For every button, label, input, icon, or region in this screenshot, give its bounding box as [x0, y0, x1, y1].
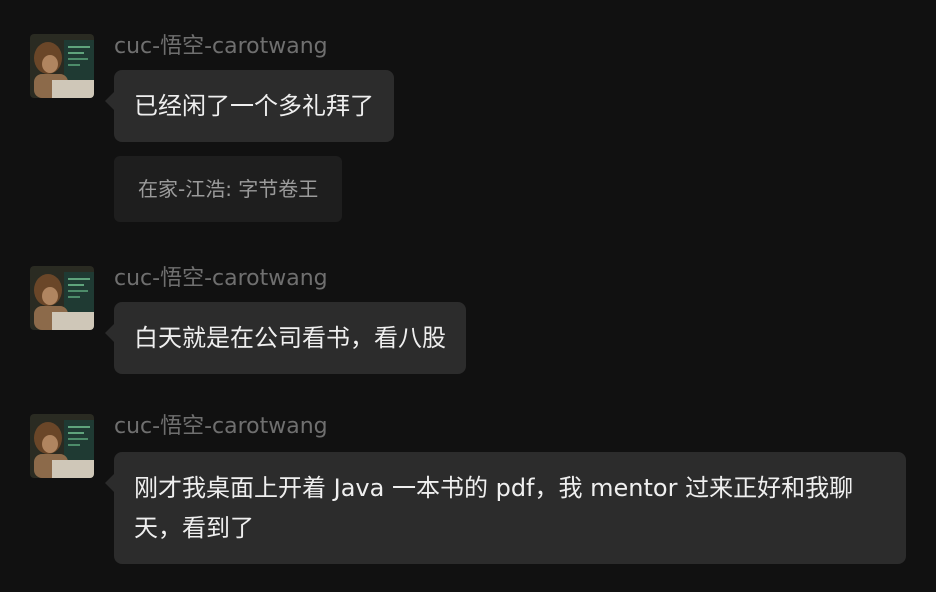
sender-name: cuc-悟空-carotwang	[114, 34, 328, 59]
message-bubble[interactable]: 白天就是在公司看书，看八股	[105, 302, 466, 374]
sender-name: cuc-悟空-carotwang	[114, 266, 328, 291]
avatar[interactable]	[30, 266, 94, 330]
avatar[interactable]	[30, 34, 94, 98]
quoted-reply[interactable]: 在家-江浩: 字节卷王	[114, 156, 343, 222]
message-bubble[interactable]: 已经闲了一个多礼拜了	[105, 70, 394, 142]
message-bubble[interactable]: 刚才我桌面上开着 Java 一本书的 pdf，我 mentor 过来正好和我聊天…	[105, 452, 906, 564]
sender-name: cuc-悟空-carotwang	[114, 414, 328, 439]
avatar[interactable]	[30, 414, 94, 478]
